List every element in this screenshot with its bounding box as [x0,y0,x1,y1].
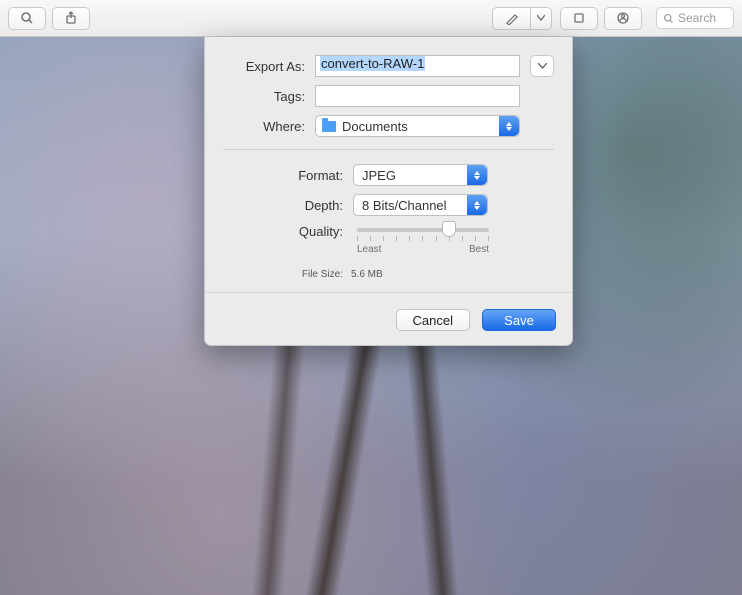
quality-slider[interactable] [357,228,489,232]
where-label: Where: [223,119,305,134]
rotate-button[interactable] [560,7,598,30]
export-filename-input[interactable]: convert-to-RAW-1 [315,55,520,77]
filename-history-button[interactable] [530,55,554,77]
tags-input[interactable] [315,85,520,107]
divider [223,149,554,150]
depth-value: 8 Bits/Channel [362,198,447,213]
quality-label: Quality: [253,224,343,239]
slider-ticks [357,236,489,241]
where-value: Documents [342,119,408,134]
folder-icon [322,121,336,132]
depth-label: Depth: [253,198,343,213]
filesize-value: 5.6 MB [351,269,383,280]
chevron-down-icon [538,63,547,69]
format-label: Format: [253,168,343,183]
quality-slider-thumb[interactable] [442,221,456,237]
markup-dropdown[interactable] [530,7,552,30]
quality-least-label: Least [357,244,381,255]
export-sheet: Export As: convert-to-RAW-1 Tags: Where:… [204,37,573,346]
save-button[interactable]: Save [482,309,556,331]
quality-best-label: Best [469,244,489,255]
select-arrows-icon [467,195,487,215]
search-icon [663,13,674,24]
format-value: JPEG [362,168,396,183]
export-as-label: Export As: [223,59,305,74]
filesize-label: File Size: [253,269,343,280]
zoom-button[interactable] [8,7,46,30]
search-placeholder: Search [678,11,716,25]
share-icloud-button[interactable] [604,7,642,30]
toolbar-search[interactable]: Search [656,7,734,29]
markup-button[interactable] [492,7,530,30]
depth-select[interactable]: 8 Bits/Channel [353,194,488,216]
markup-group [492,7,552,30]
tags-label: Tags: [223,89,305,104]
cancel-button[interactable]: Cancel [396,309,470,331]
window-toolbar: Search [0,0,742,37]
select-arrows-icon [499,116,519,136]
where-select[interactable]: Documents [315,115,520,137]
share-button[interactable] [52,7,90,30]
select-arrows-icon [467,165,487,185]
format-select[interactable]: JPEG [353,164,488,186]
